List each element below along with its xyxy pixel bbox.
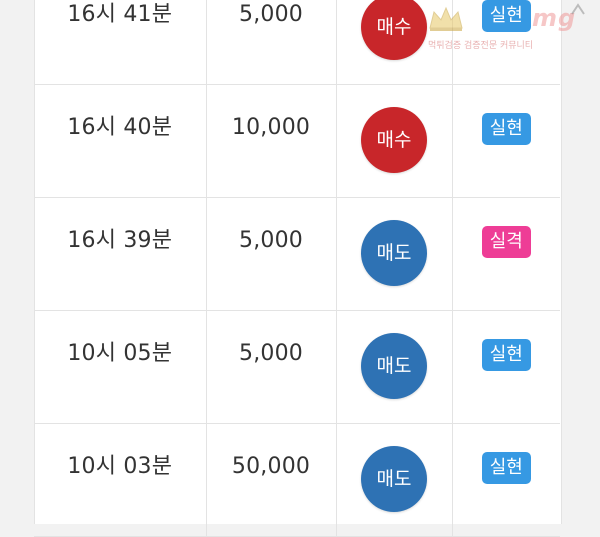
- trade-amount: 50,000: [231, 454, 311, 479]
- site-watermark: mg 먹튀검증 검증전문 커뮤니티: [428, 4, 590, 51]
- trade-amount: 5,000: [239, 341, 303, 366]
- amount-cell: 5,000: [206, 310, 337, 424]
- action-cell: 매도: [336, 423, 453, 537]
- time-cell: 16시 40분: [34, 84, 207, 198]
- trade-amount: 5,000: [239, 228, 303, 253]
- action-cell: 매도: [336, 310, 453, 424]
- trade-amount: 10,000: [231, 115, 311, 140]
- sell-badge[interactable]: 매도: [361, 333, 427, 399]
- result-badge: 실현: [481, 452, 531, 484]
- action-cell: 매수: [336, 84, 453, 198]
- trade-time: 16시 41분: [67, 2, 173, 27]
- table-row: 16시 39분 5,000 매도 실격: [34, 197, 560, 311]
- result-badge: 실현: [481, 113, 531, 145]
- crown-emblem-icon: [429, 6, 463, 31]
- trade-time: 16시 39분: [67, 228, 173, 253]
- time-cell: 16시 41분: [34, 0, 207, 85]
- sell-badge[interactable]: 매도: [361, 446, 427, 512]
- result-badge: 실격: [481, 226, 531, 258]
- trade-time: 10시 05분: [67, 341, 173, 366]
- sell-badge[interactable]: 매도: [361, 220, 427, 286]
- time-cell: 10시 05분: [34, 310, 207, 424]
- amount-cell: 50,000: [206, 423, 337, 537]
- trade-time: 10시 03분: [67, 454, 173, 479]
- amount-cell: 10,000: [206, 84, 337, 198]
- table-row: 10시 03분 50,000 매도 실현: [34, 423, 560, 537]
- result-cell: 실격: [452, 197, 560, 311]
- result-cell: 실현: [452, 310, 560, 424]
- watermark-caption: 먹튀검증 검증전문 커뮤니티: [428, 41, 534, 51]
- result-cell: 실현: [452, 423, 560, 537]
- buy-badge[interactable]: 매수: [361, 107, 427, 173]
- time-cell: 16시 39분: [34, 197, 207, 311]
- amount-cell: 5,000: [206, 197, 337, 311]
- table-row: 16시 40분 10,000 매수 실현: [34, 84, 560, 198]
- action-cell: 매도: [336, 197, 453, 311]
- time-cell: 10시 03분: [34, 423, 207, 537]
- scroll-up-icon[interactable]: [570, 2, 586, 16]
- trade-amount: 5,000: [239, 2, 303, 27]
- result-cell: 실현: [452, 84, 560, 198]
- amount-cell: 5,000: [206, 0, 337, 85]
- table-row: 10시 05분 5,000 매도 실현: [34, 310, 560, 424]
- trade-time: 16시 40분: [67, 115, 173, 140]
- buy-badge[interactable]: 매수: [361, 0, 427, 60]
- trade-history-table: 16시 41분 5,000 매수 실현 16시 40분 10,000 매수 실현…: [34, 0, 560, 537]
- result-badge: 실현: [481, 339, 531, 371]
